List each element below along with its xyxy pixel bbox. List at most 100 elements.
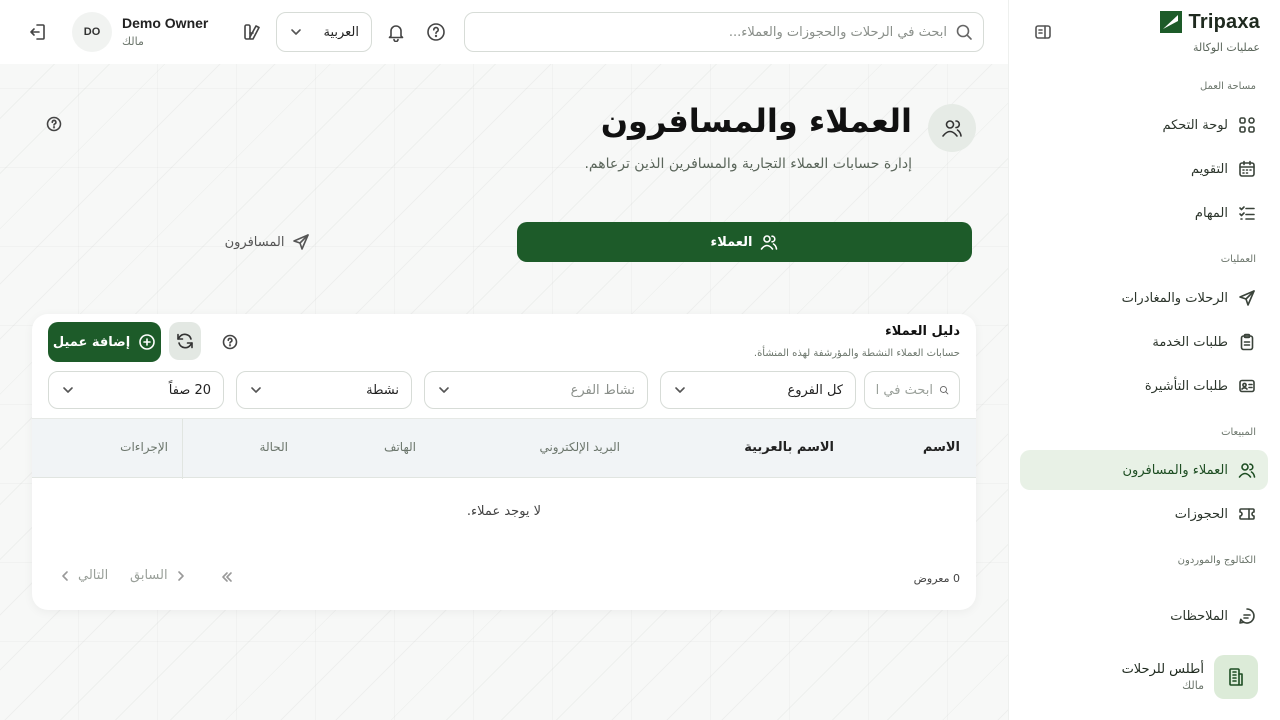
org-switcher[interactable]: أطلس للرحلات مالك [1020, 654, 1268, 700]
status-value: نشطة [366, 382, 399, 398]
column-header-name-ar[interactable]: الاسم بالعربية [744, 440, 834, 455]
sidebar-item-notes[interactable]: الملاحظات [1020, 596, 1268, 636]
user-role: مالك [122, 35, 144, 48]
column-divider [182, 419, 183, 479]
chevrons-left-icon [222, 572, 232, 582]
add-client-button[interactable]: إضافة عميل [48, 322, 161, 362]
main-content: العملاء والمسافرون إدارة حسابات العملاء … [0, 64, 1008, 720]
chevron-down-icon [675, 387, 685, 393]
branch-select[interactable]: كل الفروع [660, 371, 856, 409]
page-title: العملاء والمسافرون [600, 102, 912, 140]
branch-activity-select[interactable]: نشاط الفرع [424, 371, 648, 409]
directory-title: دليل العملاء [885, 324, 960, 339]
sidebar: Tripaxa عمليات الوكالة مساحة العمل لوحة … [1008, 0, 1280, 720]
sidebar-item-label: لوحة التحكم [1162, 117, 1228, 133]
refresh-icon [177, 333, 193, 349]
section-label-workspace: مساحة العمل [1199, 81, 1256, 92]
section-label-catalog: الكتالوج والموردون [1177, 555, 1256, 566]
sidebar-item-dashboard[interactable]: لوحة التحكم [1020, 105, 1268, 145]
branch-activity-placeholder: نشاط الفرع [570, 382, 635, 398]
language-value: العربية [323, 24, 359, 40]
org-name: أطلس للرحلات [1121, 662, 1204, 677]
plus-circle-icon [139, 334, 155, 350]
page-icon [928, 104, 976, 152]
client-search-field[interactable] [864, 371, 960, 409]
global-search-input[interactable] [507, 24, 947, 40]
rows-per-page-select[interactable]: 20 صفاً [48, 371, 224, 409]
column-header-phone: الهاتف [384, 440, 416, 454]
column-header-email: البريد الإلكتروني [539, 440, 620, 454]
section-label-operations: العمليات [1220, 254, 1256, 265]
page-help-icon[interactable] [46, 116, 62, 132]
sidebar-item-tasks[interactable]: المهام [1020, 193, 1268, 233]
chevron-left-icon [62, 570, 68, 581]
help-icon[interactable] [426, 22, 446, 42]
status-select[interactable]: نشطة [236, 371, 412, 409]
clipboard-icon [1240, 333, 1254, 351]
tab-label: العملاء [710, 234, 753, 250]
section-label-sales: المبيعات [1221, 427, 1256, 438]
rows-per-page-value: 20 صفاً [168, 382, 211, 398]
sidebar-item-label: الملاحظات [1170, 608, 1228, 624]
brand[interactable]: Tripaxa [1159, 10, 1260, 34]
sidebar-item-visa-requests[interactable]: طلبات التأشيرة [1020, 366, 1268, 406]
sidebar-item-label: التقويم [1190, 161, 1228, 177]
brand-name: Tripaxa [1188, 10, 1260, 33]
previous-page-button[interactable]: السابق [130, 568, 188, 583]
rows-shown-count: 0 معروض [913, 572, 960, 585]
user-name[interactable]: Demo Owner [122, 15, 208, 31]
users-icon [942, 120, 962, 137]
paper-plane-icon [1239, 290, 1255, 306]
org-badge [1214, 655, 1258, 699]
users-icon [1238, 463, 1256, 478]
paper-plane-icon [293, 234, 310, 250]
sidebar-item-label: الرحلات والمغادرات [1121, 290, 1228, 306]
chevron-down-icon [63, 387, 73, 393]
client-search-input[interactable] [875, 382, 933, 398]
refresh-button[interactable] [169, 322, 201, 360]
sidebar-item-label: طلبات التأشيرة [1144, 378, 1228, 394]
sidebar-item-bookings[interactable]: الحجوزات [1020, 494, 1268, 534]
logout-icon[interactable] [28, 22, 48, 42]
org-role: مالك [1182, 679, 1204, 692]
building-icon [1229, 668, 1243, 686]
sidebar-item-label: الحجوزات [1174, 506, 1228, 522]
users-icon [761, 235, 778, 250]
chevron-right-icon [177, 570, 184, 581]
tripaxa-logo-icon [1159, 11, 1182, 33]
global-search[interactable] [464, 12, 984, 52]
tasks-icon [1239, 206, 1255, 220]
sidebar-collapse-icon[interactable] [1033, 22, 1053, 42]
directory-help-icon[interactable] [222, 334, 238, 350]
tab-label: المسافرون [224, 234, 285, 250]
first-page-button[interactable] [218, 568, 236, 586]
column-header-name[interactable]: الاسم [923, 440, 960, 455]
dashboard-icon [1239, 117, 1255, 133]
sidebar-item-label: العملاء والمسافرون [1122, 462, 1229, 478]
topbar: العربية Demo Owner مالك DO [0, 0, 1008, 64]
column-header-status: الحالة [259, 440, 288, 454]
directory-subtitle: حسابات العملاء النشطة والمؤرشفة لهذه الم… [753, 348, 960, 359]
chevron-down-icon [439, 387, 449, 393]
ticket-icon [1239, 508, 1255, 520]
sidebar-item-label: طلبات الخدمة [1152, 334, 1228, 350]
table-header: الاسم الاسم بالعربية البريد الإلكتروني ا… [32, 418, 976, 479]
chevron-down-icon [251, 387, 261, 393]
tab-clients[interactable]: العملاء [517, 222, 972, 262]
tab-travelers[interactable]: المسافرون [40, 222, 495, 262]
theme-toggle-icon[interactable] [242, 22, 262, 42]
client-directory-card: دليل العملاء حسابات العملاء النشطة والمؤ… [32, 314, 976, 610]
sidebar-item-calendar[interactable]: التقويم [1020, 149, 1268, 189]
sidebar-item-trips[interactable]: الرحلات والمغادرات [1020, 278, 1268, 318]
id-card-icon [1239, 379, 1255, 393]
previous-label: السابق [130, 568, 168, 583]
next-label: التالي [78, 568, 109, 583]
next-page-button[interactable]: التالي [58, 568, 108, 583]
sidebar-item-label: المهام [1194, 205, 1228, 221]
sidebar-item-service-requests[interactable]: طلبات الخدمة [1020, 322, 1268, 362]
sidebar-item-clients-travelers[interactable]: العملاء والمسافرون [1020, 450, 1268, 490]
avatar[interactable]: DO [72, 12, 112, 52]
language-select[interactable]: العربية [276, 12, 372, 52]
empty-state-message: لا يوجد عملاء. [466, 504, 542, 519]
bell-icon[interactable] [386, 22, 406, 42]
